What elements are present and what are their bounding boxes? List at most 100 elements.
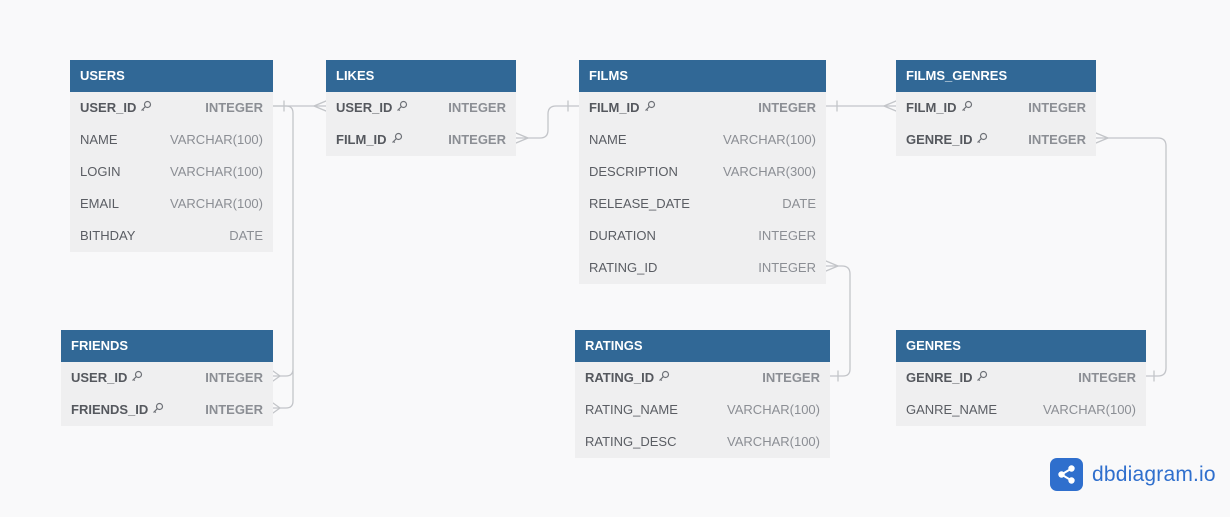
field-name: USER_ID: [71, 362, 143, 394]
rel-films-filmsgenres-crowsfoot: [883, 100, 897, 112]
key-icon: [131, 362, 143, 394]
field-type: DATE: [229, 228, 263, 243]
field-name: RATING_ID: [589, 252, 657, 284]
field-name: FILM_ID: [906, 92, 973, 124]
field-name-text: RATING_NAME: [585, 402, 678, 417]
table-genres[interactable]: GENRES GENRE_ID INTEGER GANRE_NAME VARCHAR(…: [896, 330, 1146, 426]
field-type: VARCHAR(100): [727, 434, 820, 449]
dbdiagram-logo[interactable]: dbdiagram.io: [1050, 458, 1216, 491]
field-name: FRIENDS_ID: [71, 394, 164, 426]
field-type: VARCHAR(100): [170, 132, 263, 147]
table-header-genres[interactable]: GENRES: [896, 330, 1146, 362]
field-name: GANRE_NAME: [906, 394, 997, 426]
table-header-ratings[interactable]: RATINGS: [575, 330, 830, 362]
field-type: INTEGER: [758, 260, 816, 275]
rel-users-friends-crowsfoot-1: [272, 370, 281, 382]
field-name-text: DESCRIPTION: [589, 164, 678, 179]
table-likes[interactable]: LIKES USER_ID INTEGER FILM_ID INTEGER: [326, 60, 516, 156]
rel-users-friends-crowsfoot-2: [272, 402, 281, 414]
table-field-row[interactable]: DURATION INTEGER: [579, 220, 826, 252]
field-name-text: GANRE_NAME: [906, 402, 998, 417]
field-name-text: FILM_ID: [336, 132, 387, 147]
rel-ratings-films-crowsfoot: [825, 260, 839, 272]
key-icon: [391, 124, 403, 156]
table-header-friends[interactable]: FRIENDS: [61, 330, 273, 362]
table-field-row[interactable]: GANRE_NAME VARCHAR(100): [896, 394, 1146, 426]
table-users[interactable]: USERS USER_ID INTEGER NAME VARCHAR(100) LOGI…: [70, 60, 273, 252]
field-name-text: FRIENDS_ID: [71, 402, 149, 417]
field-name-text: NAME: [80, 132, 118, 147]
field-type: VARCHAR(100): [723, 132, 816, 147]
field-name: FILM_ID: [589, 92, 656, 124]
table-films-genres[interactable]: FILMS_GENRES FILM_ID INTEGER GENRE_ID INTEG…: [896, 60, 1096, 156]
field-name: NAME: [80, 124, 118, 156]
table-field-row[interactable]: RELEASE_DATE DATE: [579, 188, 826, 220]
field-name-text: FILM_ID: [906, 100, 957, 115]
table-field-row[interactable]: RATING_NAME VARCHAR(100): [575, 394, 830, 426]
field-name: BITHDAY: [80, 220, 135, 252]
table-header-likes[interactable]: LIKES: [326, 60, 516, 92]
table-field-row[interactable]: FILM_ID INTEGER: [326, 124, 516, 156]
table-header-users[interactable]: USERS: [70, 60, 273, 92]
table-field-row[interactable]: GENRE_ID INTEGER: [896, 124, 1096, 156]
table-field-row[interactable]: FRIENDS_ID INTEGER: [61, 394, 273, 426]
field-name-text: EMAIL: [80, 196, 120, 211]
field-name: DESCRIPTION: [589, 156, 678, 188]
table-field-row[interactable]: NAME VARCHAR(100): [70, 124, 273, 156]
rel-genres-filmsgenres-crowsfoot: [1095, 132, 1109, 144]
field-type: INTEGER: [758, 228, 816, 243]
field-name: RATING_NAME: [585, 394, 678, 426]
field-name-text: RELEASE_DATE: [589, 196, 690, 211]
field-name: USER_ID: [80, 92, 152, 124]
table-header-films[interactable]: FILMS: [579, 60, 826, 92]
field-name-text: USER_ID: [71, 370, 128, 385]
table-field-row[interactable]: EMAIL VARCHAR(100): [70, 188, 273, 220]
field-type: VARCHAR(100): [170, 164, 263, 179]
field-name-text: DURATION: [589, 228, 656, 243]
table-field-row[interactable]: FILM_ID INTEGER: [896, 92, 1096, 124]
field-name: GENRE_ID: [906, 362, 988, 394]
table-field-row[interactable]: DESCRIPTION VARCHAR(300): [579, 156, 826, 188]
field-name: GENRE_ID: [906, 124, 988, 156]
rel-films-likes-crowsfoot: [515, 132, 529, 144]
table-header-films-genres[interactable]: FILMS_GENRES: [896, 60, 1096, 92]
table-field-row[interactable]: FILM_ID INTEGER: [579, 92, 826, 124]
field-name-text: GENRE_ID: [906, 370, 973, 385]
table-field-row[interactable]: RATING_ID INTEGER: [579, 252, 826, 284]
field-type: DATE: [782, 196, 816, 211]
field-name-text: NAME: [589, 132, 627, 147]
table-ratings[interactable]: RATINGS RATING_ID INTEGER RATING_NAME VARCH…: [575, 330, 830, 458]
share-nodes-icon: [1050, 458, 1083, 491]
field-type: INTEGER: [448, 132, 506, 147]
field-type: VARCHAR(300): [723, 164, 816, 179]
field-name-text: FILM_ID: [589, 100, 640, 115]
field-type: VARCHAR(100): [727, 402, 820, 417]
table-field-row[interactable]: USER_ID INTEGER: [70, 92, 273, 124]
table-friends[interactable]: FRIENDS USER_ID INTEGER FRIENDS_ID INTEGER: [61, 330, 273, 426]
field-type: INTEGER: [205, 370, 263, 385]
table-field-row[interactable]: GENRE_ID INTEGER: [896, 362, 1146, 394]
key-icon: [644, 92, 656, 124]
table-field-row[interactable]: LOGIN VARCHAR(100): [70, 156, 273, 188]
field-name: RATING_ID: [585, 362, 670, 394]
table-films[interactable]: FILMS FILM_ID INTEGER NAME VARCHAR(100) DESC…: [579, 60, 826, 284]
table-field-row[interactable]: USER_ID INTEGER: [61, 362, 273, 394]
field-name: RATING_DESC: [585, 426, 677, 458]
table-field-row[interactable]: NAME VARCHAR(100): [579, 124, 826, 156]
field-name: RELEASE_DATE: [589, 188, 690, 220]
field-type: INTEGER: [448, 100, 506, 115]
field-name-text: GENRE_ID: [906, 132, 973, 147]
table-field-row[interactable]: RATING_ID INTEGER: [575, 362, 830, 394]
field-name-text: RATING_ID: [589, 260, 658, 275]
field-name: USER_ID: [336, 92, 408, 124]
key-icon: [658, 362, 670, 394]
field-name-text: USER_ID: [80, 100, 137, 115]
field-name: EMAIL: [80, 188, 119, 220]
logo-text: dbdiagram.io: [1092, 462, 1216, 486]
table-field-row[interactable]: RATING_DESC VARCHAR(100): [575, 426, 830, 458]
field-name: LOGIN: [80, 156, 120, 188]
field-type: INTEGER: [1078, 370, 1136, 385]
rel-users-friends: [272, 105, 294, 409]
table-field-row[interactable]: USER_ID INTEGER: [326, 92, 516, 124]
table-field-row[interactable]: BITHDAY DATE: [70, 220, 273, 252]
